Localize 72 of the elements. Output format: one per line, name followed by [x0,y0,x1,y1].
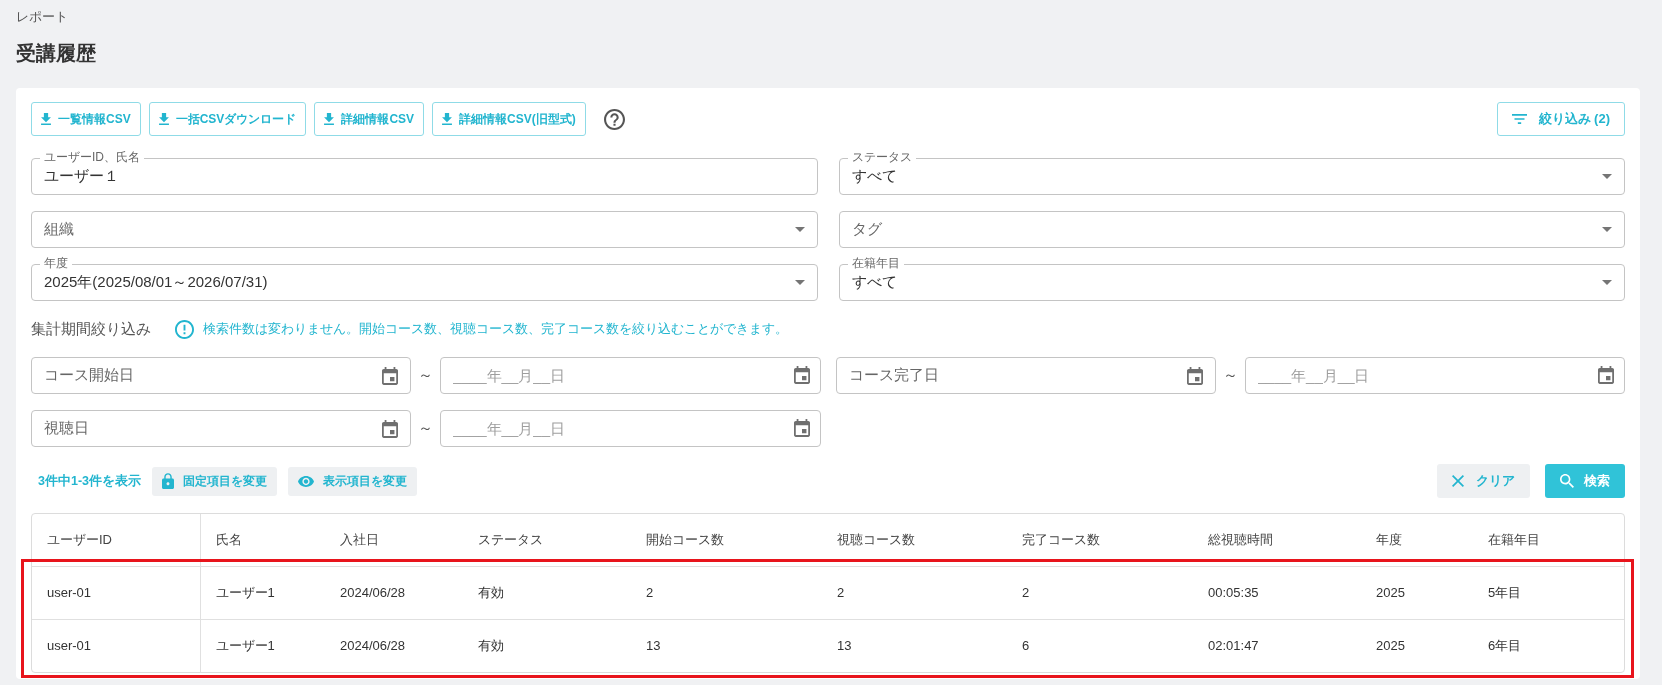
table-cell: 2025 [1361,619,1473,672]
table-cell: 2 [1007,566,1193,619]
table-cell: 02:01:47 [1193,619,1361,672]
table-cell: 00:05:35 [1193,566,1361,619]
date-field[interactable]: ____年__月__日 [440,410,821,447]
range-separator: ～ [417,418,435,439]
calendar-icon [793,366,810,384]
table-cell: 2024/06/28 [325,566,463,619]
table-cell: 5年目 [1473,566,1624,619]
lock-icon [162,473,175,489]
help-icon[interactable] [603,108,625,130]
date-field[interactable]: 視聴日 [31,410,412,447]
search-icon [1560,474,1574,488]
column-header[interactable]: 完了コース数 [1007,514,1193,566]
field-label: ユーザーID、氏名 [40,150,144,164]
table-cell: ユーザー1 [200,619,325,672]
dropdown-caret-icon [1602,227,1612,232]
dropdown-caret-icon [794,227,805,232]
download-icon [442,113,453,125]
table-cell: ユーザー1 [200,566,325,619]
date-field[interactable]: コース開始日 [31,357,412,394]
column-header[interactable]: 視聴コース数 [822,514,1007,566]
table-cell: 6年目 [1473,619,1624,672]
breadcrumb-link[interactable]: レポート [16,8,68,26]
column-header[interactable]: 年度 [1361,514,1473,566]
calendar-icon [1598,366,1614,384]
date-field[interactable]: コース完了日 [835,357,1216,394]
range-separator: ～ [417,365,435,386]
select-field[interactable]: タグ [838,211,1625,248]
result-count: 3件中1-3件を表示 [38,472,142,490]
column-header[interactable]: 在籍年目 [1473,514,1624,566]
info-icon [175,319,194,339]
download-icon [41,113,51,125]
close-icon [1452,475,1464,487]
dropdown-caret-icon [1602,280,1612,285]
section-label: 集計期間絞り込み [31,319,151,339]
calendar-icon [793,419,810,437]
table-cell: 13 [631,619,822,672]
table-cell: 2 [631,566,822,619]
table-cell: 有効 [463,619,631,672]
download-icon [324,113,335,125]
column-header[interactable]: ステータス [463,514,631,566]
select-field[interactable]: 組織 [31,211,818,248]
column-header[interactable]: 総視聴時間 [1193,514,1361,566]
field-label: 年度 [40,256,72,270]
download-icon [158,113,169,125]
field-label: 在籍年目 [847,256,904,270]
range-separator: ～ [1221,365,1239,386]
column-header[interactable]: 入社日 [325,514,463,566]
filter-icon [1511,114,1527,124]
column-header[interactable]: ユーザーID [32,514,200,566]
eye-icon [298,475,315,487]
page-title: 受講履歴 [16,41,96,66]
date-field[interactable]: ____年__月__日 [440,357,821,394]
dropdown-caret-icon [1602,174,1612,179]
info-note: 検索件数は変わりません。開始コース数、視聴コース数、完了コース数を絞り込むことができます。 [203,320,788,338]
table-cell: 13 [822,619,1007,672]
column-header[interactable]: 氏名 [200,514,325,566]
table-cell: 有効 [463,566,631,619]
table-cell: user-01 [32,566,200,619]
calendar-icon [382,419,399,438]
column-header[interactable]: 開始コース数 [631,514,822,566]
dropdown-caret-icon [794,280,805,285]
calendar-icon [382,366,399,385]
calendar-icon [1186,366,1203,385]
table-cell: user-01 [32,619,200,672]
date-field[interactable]: ____年__月__日 [1244,357,1625,394]
field-label: ステータス [847,150,916,164]
table-cell: 6 [1007,619,1193,672]
table-cell: 2025 [1361,566,1473,619]
table-cell: 2 [822,566,1007,619]
table-cell: 2024/06/28 [325,619,463,672]
